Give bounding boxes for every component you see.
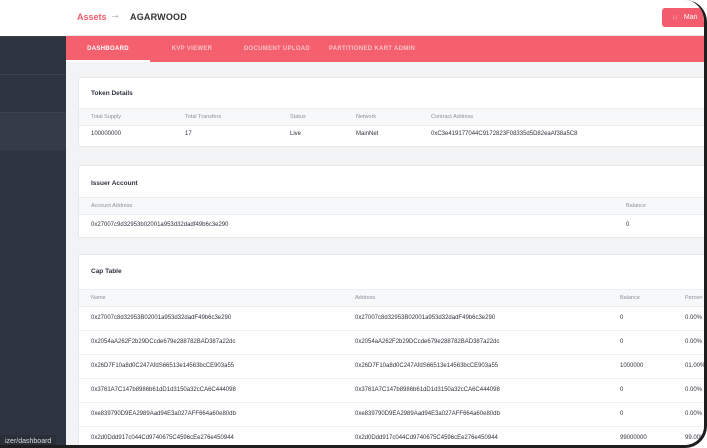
- header-percent: Percen: [685, 295, 703, 301]
- account-address-value: 0x27007c9d32953b02001a953d32dadf49b6c3e2…: [91, 222, 229, 228]
- row-address: 0x2054aA262F2b29DCcde679e288782BAD387a22…: [355, 339, 500, 345]
- total-transfers-value: 17: [185, 131, 192, 137]
- tab-dashboard[interactable]: DASHBOARD: [66, 36, 150, 62]
- row-name: 0xe839790D9EA2989Aad94E3a027AFF664a60e80…: [91, 411, 236, 417]
- token-details-card: Token Details Total Supply Total Transfe…: [78, 77, 704, 147]
- contract-address-value: 0xC3e419177044C9172823F08335d5D82eaAf38a…: [431, 131, 578, 137]
- row-balance: 0: [620, 411, 624, 417]
- row-percent: 0.00%: [685, 315, 703, 321]
- row-address: 0xe839790D9EA2989Aad94E3a027AFF664a60e80…: [355, 411, 500, 417]
- header-balance: Balance: [626, 203, 646, 209]
- row-name: 0x27007c8d32953B02001a953d32dadF49b6c3e2…: [91, 315, 232, 321]
- header-name: Name: [91, 295, 106, 301]
- token-details-title: Token Details: [91, 90, 133, 97]
- balance-value: 0: [626, 222, 630, 228]
- status-bar-url: izer/dashboard: [0, 435, 57, 445]
- table-header-row: Account Address Balance: [79, 197, 704, 215]
- breadcrumb-assets-link[interactable]: Assets: [77, 12, 107, 22]
- grid-icon: ⁙: [672, 14, 678, 22]
- header-total-transfers: Total Transfers: [185, 114, 222, 120]
- table-row[interactable]: 0xe839790D9EA2989Aad94E3a027AFF664a60e80…: [79, 403, 704, 427]
- table-header-row: Total Supply Total Transfers Status Netw…: [79, 108, 704, 126]
- header-network: Network: [356, 114, 377, 120]
- manage-button[interactable]: ⁙ Man: [662, 8, 704, 27]
- app-window: Assets → AGARWOOD ⁙ Man DASHBOARD KVP VI…: [0, 0, 707, 448]
- row-percent: 0.00%: [685, 387, 703, 393]
- row-balance: 0: [620, 315, 624, 321]
- sidebar-item[interactable]: [0, 74, 66, 112]
- tab-document-upload[interactable]: DOCUMENT UPLOAD: [238, 36, 316, 62]
- sidebar-item-active[interactable]: [0, 112, 66, 150]
- top-bar: Assets → AGARWOOD ⁙ Man: [66, 0, 704, 36]
- breadcrumb-current: AGARWOOD: [130, 12, 187, 22]
- row-name: 0x2054aA262F2b29DCcde679e288782BAD387a22…: [91, 339, 236, 345]
- issuer-account-title: Issuer Account: [91, 180, 138, 187]
- row-percent: 99.00%: [685, 435, 706, 441]
- table-row[interactable]: 0x2d0Ddd917c044Cd9740675C4596cEe276e4509…: [79, 427, 706, 445]
- row-address: 0x26D7F10a8d0C247AfdS66513e14563bcCE903a…: [355, 363, 499, 369]
- table-row[interactable]: 0x27007c8d32953B02001a953d32dadF49b6c3e2…: [79, 307, 704, 331]
- table-row[interactable]: 0x2054aA262F2b29DCcde679e288782BAD387a22…: [79, 331, 704, 355]
- sidebar-logo-area: [0, 0, 66, 36]
- network-value: MainNet: [356, 131, 379, 137]
- row-balance: 0: [620, 339, 624, 345]
- tab-kvp-viewer[interactable]: KVP VIEWER: [166, 36, 218, 62]
- header-total-supply: Total Supply: [91, 114, 121, 120]
- cap-table-card: Cap Table Name Address Balance Percen 0x…: [78, 254, 706, 445]
- row-balance: 99000000: [620, 435, 647, 441]
- row-percent: 0.00%: [685, 411, 703, 417]
- row-balance: 0: [620, 387, 624, 393]
- row-name: 0x3761A7C147b8986b61dD1d3150a32cCA6C4440…: [91, 387, 236, 393]
- header-contract-address: Contract Address: [431, 114, 474, 120]
- arrow-right-icon: →: [110, 10, 120, 21]
- row-name: 0x26D7F10a8d0C247AfdS66513e14563bcCE903a…: [91, 363, 235, 369]
- tab-partitioned-kart-admin[interactable]: PARTITIONED KART ADMIN: [326, 36, 418, 62]
- row-balance: 1000000: [620, 363, 644, 369]
- table-row[interactable]: 0x3761A7C147b8986b61dD1d3150a32cCA6C4440…: [79, 379, 704, 403]
- header-address: Address: [355, 295, 376, 301]
- row-percent: 01.00%: [685, 363, 706, 369]
- header-balance: Balance: [620, 295, 640, 301]
- table-row[interactable]: 0x26D7F10a8d0C247AfdS66513e14563bcCE903a…: [79, 355, 706, 379]
- sidebar: [0, 0, 66, 445]
- header-account-address: Account Address: [91, 203, 133, 209]
- header-status: Status: [290, 114, 306, 120]
- sidebar-item[interactable]: [0, 36, 66, 74]
- table-header-row: Name Address Balance Percen: [79, 289, 704, 307]
- tab-bar: DASHBOARD KVP VIEWER DOCUMENT UPLOAD PAR…: [66, 36, 704, 62]
- total-supply-value: 100000000: [91, 131, 122, 137]
- issuer-account-card: Issuer Account Account Address Balance 0…: [78, 165, 704, 238]
- row-address: 0x2d0Ddd917c044Cd9740675C4596cEe276e4509…: [355, 435, 498, 441]
- cap-table-title: Cap Table: [91, 268, 122, 275]
- row-address: 0x3761A7C147b8986b61dD1d3150a32cCA6C4440…: [355, 387, 500, 393]
- row-percent: 0.00%: [685, 339, 703, 345]
- manage-button-label: Man: [683, 14, 698, 21]
- row-address: 0x27007c8d32953B02001a953d32dadF49b6c3e2…: [355, 315, 496, 321]
- status-value: Live: [290, 131, 302, 137]
- row-name: 0x2d0Ddd917c044Cd9740675C4596cEe276e4509…: [91, 435, 234, 441]
